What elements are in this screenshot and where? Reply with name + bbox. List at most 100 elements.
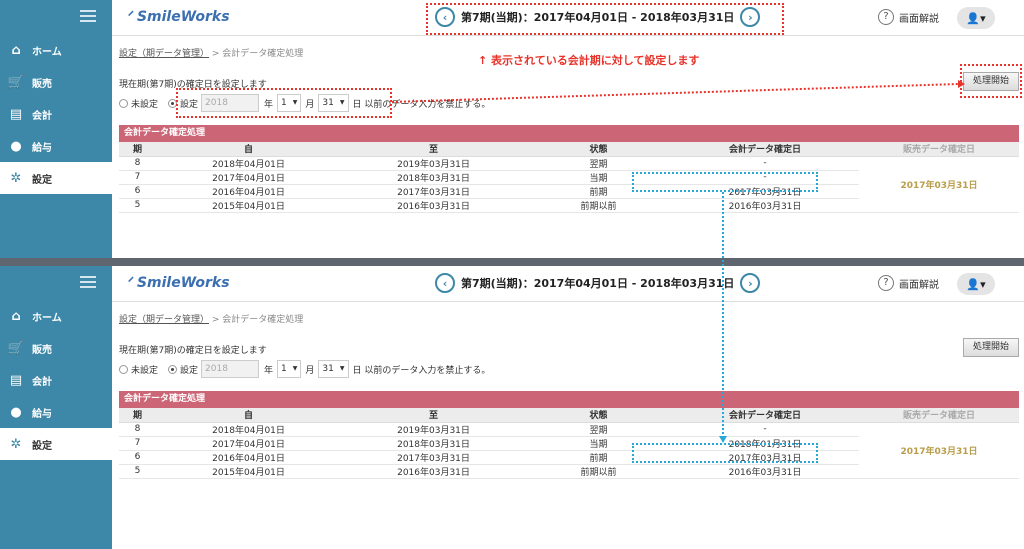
gear-icon: ✲ (10, 170, 22, 186)
table-cell: - (671, 422, 859, 437)
breadcrumb: 設定（期データ管理） > 会計データ確定処理 (119, 49, 304, 59)
sidebar-item-label: 販売 (32, 344, 52, 356)
user-menu-button[interactable]: 👤▾ (957, 7, 995, 29)
chevron-down-icon: ▼ (292, 365, 298, 372)
table-row: 8 2018年04月01日 2019年03月31日 翌期 -2017年03月31日 (119, 422, 1019, 479)
table-cell: 2018年03月31日 (341, 436, 526, 451)
moneybag-icon: ● (10, 138, 22, 154)
sidebar-item-2[interactable]: ▤ 会計 (0, 364, 112, 396)
table-cell: 2017年03月31日 (341, 184, 526, 199)
table-title: 会計データ確定処理 (119, 391, 1019, 408)
table-cell: 2016年03月31日 (341, 198, 526, 213)
table-cell: 7 (119, 436, 156, 451)
table-cell: 翌期 (526, 422, 671, 437)
sidebar-item-label: ホーム (32, 46, 62, 58)
sidebar-item-3[interactable]: ● 給与 (0, 130, 112, 162)
table-cell: 2016年04月01日 (156, 450, 341, 465)
radio-unset[interactable] (119, 364, 128, 374)
table-cell: 2016年03月31日 (341, 464, 526, 479)
month-select[interactable]: 1 ▼ (277, 360, 302, 378)
table-cell: 2015年04月01日 (156, 198, 341, 213)
confirm-date-highlight-after (632, 443, 818, 463)
home-icon: ⌂ (11, 308, 21, 324)
table-cell: 2018年04月01日 (156, 156, 341, 171)
sidebar-item-label: 給与 (32, 408, 52, 420)
column-header: 自 (156, 142, 341, 157)
table-cell: 2015年04月01日 (156, 464, 341, 479)
start-button-highlight (960, 64, 1022, 98)
table-cell: 2017年04月01日 (156, 170, 341, 185)
sidebar-item-4[interactable]: ✲ 設定 (0, 428, 112, 460)
screen-before: ⌂ ホーム 🛒 販売 ▤ 会計 ● 給与 ✲ 設定 ᐟ SmileWorks ‹ 第7期(当期)：2017… (0, 0, 1024, 262)
table-cell: 前期以前 (526, 198, 671, 213)
sidebar-item-label: 設定 (32, 174, 52, 186)
table-cell: 5 (119, 464, 156, 479)
sales-confirm-date: 2017年03月31日 (859, 156, 1019, 213)
table-cell: 2017年03月31日 (341, 450, 526, 465)
column-header: 状態 (526, 142, 671, 157)
column-header: 会計データ確定日 (671, 142, 859, 157)
calculator-icon: ▤ (9, 106, 23, 122)
sidebar-item-0[interactable]: ⌂ ホーム (0, 300, 112, 332)
sidebar-item-0[interactable]: ⌂ ホーム (0, 34, 112, 66)
period-highlight (426, 3, 784, 35)
screen-divider (0, 258, 1024, 266)
breadcrumb-current: 会計データ確定処理 (222, 49, 304, 59)
next-period-icon[interactable]: › (740, 273, 761, 293)
hamburger-icon[interactable] (80, 10, 96, 22)
breadcrumb-parent-link[interactable]: 設定（期データ管理） (119, 49, 209, 59)
table-cell: 翌期 (526, 156, 671, 171)
column-header: 販売データ確定日 (859, 142, 1019, 157)
radio-unset[interactable] (119, 98, 128, 108)
sidebar-item-1[interactable]: 🛒 販売 (0, 66, 112, 98)
column-header: 会計データ確定日 (671, 408, 859, 423)
prev-period-icon[interactable]: ‹ (435, 273, 455, 293)
setting-form: 未設定 設定 2018 年 1 ▼ 月 31 ▼ 日 以前のデータ入力を禁止する。 (119, 360, 490, 378)
column-header: 至 (341, 408, 526, 423)
sidebar: ⌂ ホーム 🛒 販売 ▤ 会計 ● 給与 ✲ 設定 (0, 0, 112, 262)
period-table: 会計データ確定処理期自至状態 会計データ確定日 販売データ確定日 8 2018年04月0… (119, 391, 1019, 479)
table-cell: 6 (119, 450, 156, 465)
table-cell: 2018年04月01日 (156, 422, 341, 437)
help-link[interactable]: ? 画面解説 (878, 9, 939, 25)
table-row: 8 2018年04月01日 2019年03月31日 翌期 -2017年03月31日 (119, 156, 1019, 213)
table-cell: 2019年03月31日 (341, 422, 526, 437)
screen-after: ⌂ ホーム 🛒 販売 ▤ 会計 ● 給与 ✲ 設定 ᐟ SmileWorks ‹ 第7期(当期)：2017… (0, 266, 1024, 549)
period-table: 会計データ確定処理期自至状態 会計データ確定日 販売データ確定日 8 2018年04月0… (119, 125, 1019, 213)
period-selector: ‹ 第7期(当期)：2017年04月01日 - 2018年03月31日 › (435, 273, 761, 293)
sidebar-item-3[interactable]: ● 給与 (0, 396, 112, 428)
table-cell: 6 (119, 184, 156, 199)
column-header: 自 (156, 408, 341, 423)
table-cell: 2019年03月31日 (341, 156, 526, 171)
sidebar-item-1[interactable]: 🛒 販売 (0, 332, 112, 364)
column-header: 至 (341, 142, 526, 157)
user-menu-button[interactable]: 👤▾ (957, 273, 995, 295)
sidebar-item-4[interactable]: ✲ 設定 (0, 162, 112, 194)
sales-confirm-date: 2017年03月31日 (859, 422, 1019, 479)
sidebar-item-2[interactable]: ▤ 会計 (0, 98, 112, 130)
chevron-down-icon: ▼ (339, 365, 345, 372)
breadcrumb-current: 会計データ確定処理 (222, 315, 304, 325)
column-header: 販売データ確定日 (859, 408, 1019, 423)
table-header-row: 期自至状態 会計データ確定日 販売データ確定日 (119, 142, 1019, 157)
breadcrumb-parent-link[interactable]: 設定（期データ管理） (119, 315, 209, 325)
column-header: 期 (119, 408, 156, 423)
radio-set[interactable] (168, 364, 178, 374)
logo-swoosh-icon: ᐟ (128, 9, 134, 25)
hamburger-icon[interactable] (80, 276, 96, 288)
gear-icon: ✲ (10, 436, 22, 452)
sidebar-item-label: ホーム (32, 312, 62, 324)
table-cell: 2016年04月01日 (156, 184, 341, 199)
start-process-button[interactable]: 処理開始 (963, 338, 1019, 357)
column-header: 状態 (526, 408, 671, 423)
help-icon: ? (878, 9, 894, 25)
sidebar-item-label: 給与 (32, 142, 52, 154)
table-cell: 2017年04月01日 (156, 436, 341, 451)
day-select[interactable]: 31 ▼ (318, 360, 349, 378)
table-cell: 前期以前 (526, 464, 671, 479)
table-cell: 2016年03月31日 (671, 198, 859, 213)
year-field[interactable]: 2018 (201, 360, 260, 378)
table-cell: 8 (119, 156, 156, 171)
help-link[interactable]: ? 画面解説 (878, 275, 939, 291)
confirm-date-highlight-before (632, 172, 818, 192)
